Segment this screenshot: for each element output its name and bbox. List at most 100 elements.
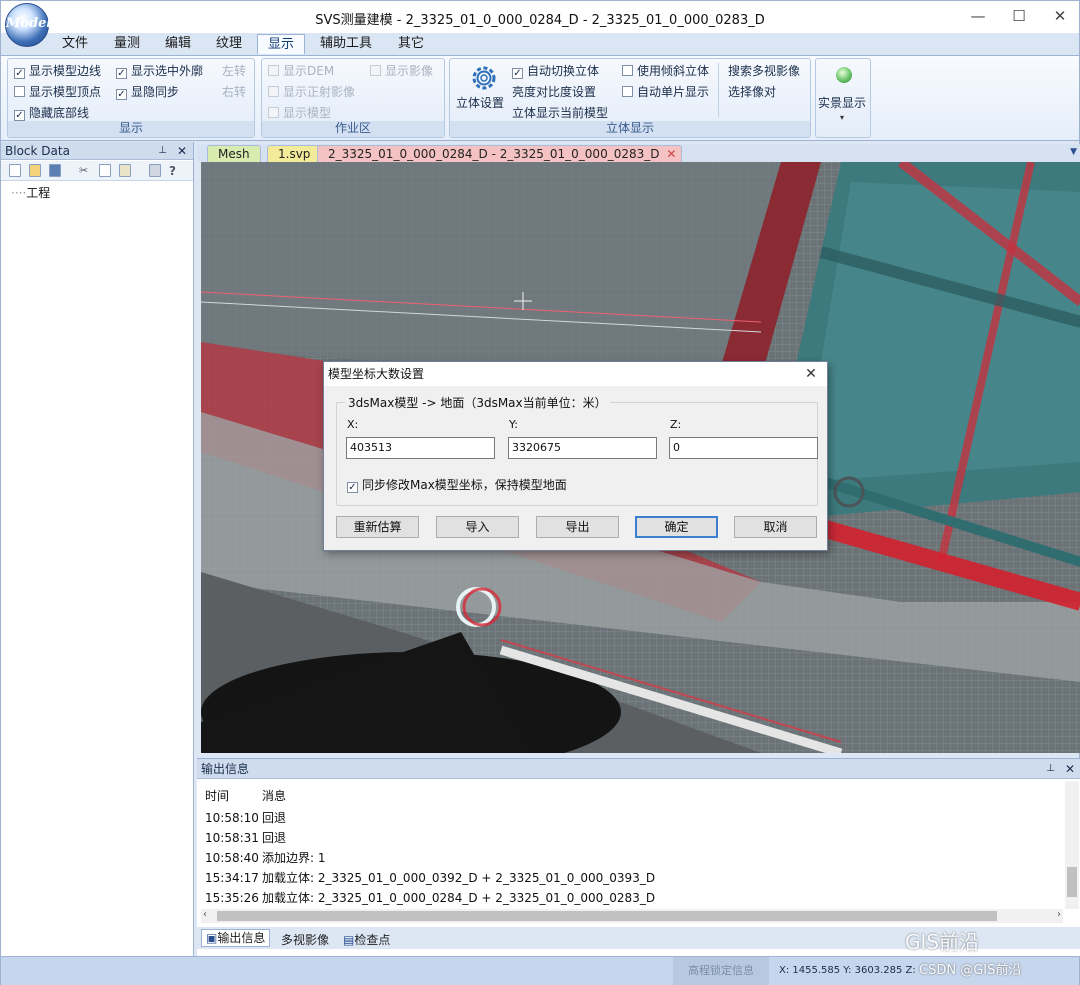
cb-show-vertices[interactable]: 显示模型顶点 — [14, 84, 101, 100]
status-mode: 高程锁定信息 — [673, 957, 769, 985]
stereo-settings-button[interactable]: 立体设置 — [456, 61, 508, 111]
rotate-left-button[interactable]: 左转 — [222, 63, 246, 79]
output-header: 输出信息 ⊥ ✕ — [197, 759, 1080, 779]
ribbon-group-caption: 显示 — [8, 121, 254, 137]
show-current-model-button[interactable]: 立体显示当前模型 — [512, 105, 608, 121]
cancel-button[interactable]: 取消 — [734, 516, 817, 538]
tab-stereo-pair[interactable]: 2_3325_01_0_000_0284_D - 2_3325_01_0_000… — [317, 145, 683, 162]
y-input[interactable]: 3320675 — [508, 437, 657, 459]
paste-icon[interactable] — [119, 164, 131, 177]
cb-show-ortho-label: 显示正射影像 — [283, 85, 356, 99]
dialog-title: 模型坐标大数设置 — [324, 362, 827, 386]
cb-show-dem[interactable]: 显示DEM — [268, 63, 334, 79]
log-row: 10:58:40 添加边界: 1 — [205, 849, 326, 866]
pin-icon[interactable]: ⊥ — [158, 142, 167, 160]
tab-output-label: 输出信息 — [217, 931, 266, 945]
close-icon[interactable]: ✕ — [177, 142, 187, 160]
horizontal-scrollbar[interactable]: ‹ › — [201, 909, 1063, 923]
z-input[interactable]: 0 — [669, 437, 818, 459]
tab-svp[interactable]: 1.svp — [267, 145, 322, 162]
scroll-right-icon[interactable]: › — [1057, 909, 1061, 920]
tab-multiview[interactable]: 多视影像 — [281, 931, 329, 948]
menu-other[interactable]: 其它 — [391, 34, 431, 54]
close-icon[interactable]: ✕ — [1065, 759, 1075, 779]
cb-sync-hide[interactable]: ✓ 显隐同步 — [116, 84, 179, 100]
log-msg: 加载立体: 2_3325_01_0_000_0284_D + 2_3325_01… — [262, 891, 656, 905]
new-file-icon[interactable] — [9, 164, 21, 177]
coordinate-offset-dialog: 模型坐标大数设置 ✕ 3dsMax模型 -> 地面（3dsMax当前单位：米） … — [323, 361, 828, 551]
log-time: 10:58:31 — [205, 831, 259, 845]
help-icon[interactable]: ? — [169, 164, 181, 178]
tree-root-label: 工程 — [26, 186, 51, 200]
scroll-thumb[interactable] — [217, 911, 997, 921]
ribbon: ✓ 显示模型边线 ✓ 显示选中外廓 左转 显示模型顶点 ✓ 显隐同步 右转 ✓ 隐藏底部… — [1, 55, 1079, 141]
cb-hide-bottom-label: 隐藏底部线 — [29, 106, 90, 120]
cb-hide-bottom[interactable]: ✓ 隐藏底部线 — [14, 105, 89, 121]
cb-show-outline[interactable]: ✓ 显示选中外廓 — [116, 63, 203, 79]
tree-root[interactable]: ····工程 — [11, 184, 50, 201]
cb-use-oblique[interactable]: 使用倾斜立体 — [622, 63, 709, 79]
group-legend: 3dsMax模型 -> 地面（3dsMax当前单位：米） — [345, 394, 610, 411]
open-folder-icon[interactable] — [29, 164, 41, 177]
cb-show-image-label: 显示影像 — [385, 64, 434, 78]
tree-line-icon: ···· — [11, 186, 27, 200]
print-icon[interactable] — [149, 164, 161, 177]
export-button[interactable]: 导出 — [536, 516, 619, 538]
save-icon[interactable] — [49, 164, 61, 177]
import-button[interactable]: 导入 — [436, 516, 519, 538]
tab-mesh[interactable]: Mesh — [207, 145, 261, 162]
copy-icon[interactable] — [99, 164, 111, 177]
maximize-button[interactable]: ☐ — [1004, 5, 1034, 27]
dialog-close-icon[interactable]: ✕ — [801, 364, 821, 384]
minimize-button[interactable]: — — [963, 5, 993, 27]
y-label: Y: — [509, 418, 518, 431]
log-time: 10:58:10 — [205, 811, 259, 825]
menu-measure[interactable]: 量测 — [109, 34, 145, 54]
gear-icon — [472, 66, 496, 90]
checkpoint-icon: ▤ — [343, 933, 355, 947]
menu-display[interactable]: 显示 — [257, 34, 305, 54]
checkbox-checked-icon: ✓ — [512, 68, 523, 79]
checkbox-checked-icon: ✓ — [116, 89, 127, 100]
checkbox-unchecked-icon — [622, 86, 633, 97]
realview-button[interactable]: 实景显示 ▾ — [818, 61, 868, 122]
status-coords: X: 1455.585 Y: 3603.285 Z: — [779, 965, 916, 976]
scroll-left-icon[interactable]: ‹ — [203, 909, 207, 920]
output-icon: ▣ — [206, 931, 218, 945]
cb-show-edges-label: 显示模型边线 — [29, 64, 102, 78]
menu-tools[interactable]: 辅助工具 — [315, 34, 377, 54]
log-time: 15:35:26 — [205, 891, 259, 905]
realview-label: 实景显示 — [818, 96, 867, 110]
rotate-right-button[interactable]: 右转 — [222, 84, 246, 100]
search-multiview-button[interactable]: 搜索多视影像 — [728, 63, 800, 79]
ok-button[interactable]: 确定 — [635, 516, 718, 538]
x-input[interactable]: 403513 — [346, 437, 495, 459]
cb-show-image[interactable]: 显示影像 — [370, 63, 433, 79]
menu-edit[interactable]: 编辑 — [160, 34, 196, 54]
ribbon-group-caption: 立体显示 — [450, 121, 810, 137]
tab-list-chevron-icon[interactable]: ▼ — [1070, 147, 1077, 157]
cb-show-ortho[interactable]: 显示正射影像 — [268, 84, 355, 100]
menu-texture[interactable]: 纹理 — [211, 34, 247, 54]
tab-checkpoint[interactable]: ▤检查点 — [343, 931, 390, 948]
select-pair-button[interactable]: 选择像对 — [728, 84, 776, 100]
tab-output[interactable]: ▣输出信息 — [201, 929, 271, 947]
cb-show-model[interactable]: 显示模型 — [268, 105, 331, 121]
cb-show-edges[interactable]: ✓ 显示模型边线 — [14, 63, 101, 79]
tab-checkpoint-label: 检查点 — [354, 933, 391, 947]
cb-auto-switch[interactable]: ✓ 自动切换立体 — [512, 63, 599, 79]
vertical-scrollbar[interactable] — [1065, 781, 1079, 909]
checkbox-disabled-icon — [268, 86, 279, 97]
close-button[interactable]: ✕ — [1045, 5, 1075, 27]
close-icon[interactable]: ✕ — [666, 146, 676, 162]
pin-icon[interactable]: ⊥ — [1046, 759, 1055, 779]
sync-max-checkbox[interactable]: ✓ 同步修改Max模型坐标，保持模型地面 — [347, 476, 567, 493]
checkbox-checked-icon: ✓ — [347, 482, 358, 493]
app-logo[interactable]: Model — [5, 3, 51, 47]
scroll-thumb[interactable] — [1067, 867, 1077, 897]
cb-auto-single[interactable]: 自动单片显示 — [622, 84, 709, 100]
re-estimate-button[interactable]: 重新估算 — [336, 516, 419, 538]
menu-file[interactable]: 文件 — [57, 34, 93, 54]
cut-icon[interactable]: ✂ — [79, 164, 91, 177]
brightness-button[interactable]: 亮度对比度设置 — [512, 84, 596, 100]
